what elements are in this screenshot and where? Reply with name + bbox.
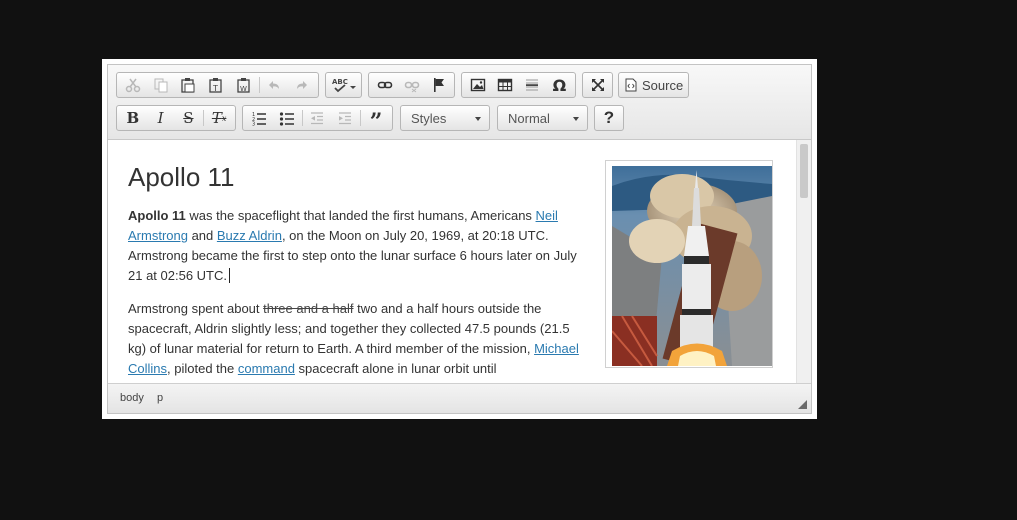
basic-styles-group: B I S Tx xyxy=(116,105,236,131)
redo-icon[interactable] xyxy=(288,74,316,96)
maximize-group xyxy=(582,72,613,98)
path-item-body[interactable]: body xyxy=(120,392,144,404)
image-icon[interactable] xyxy=(464,74,491,96)
paste-icon[interactable] xyxy=(174,74,202,96)
maximize-icon[interactable] xyxy=(585,74,610,96)
svg-text:ABC: ABC xyxy=(332,78,348,86)
bold-icon[interactable]: B xyxy=(119,107,147,129)
chevron-down-icon xyxy=(475,117,481,121)
undo-icon[interactable] xyxy=(261,74,289,96)
scrollbar-thumb[interactable] xyxy=(800,144,808,198)
insert-group: Ω xyxy=(461,72,576,98)
links-group xyxy=(368,72,455,98)
rich-text-editor: T W ABC Ω Source B I S T x 1 2 3 ” Style… xyxy=(102,59,817,419)
path-item-p[interactable]: p xyxy=(157,392,163,404)
saturn-v-launch-image[interactable] xyxy=(612,166,772,366)
link-command[interactable]: command xyxy=(238,361,295,376)
link-buzz-aldrin[interactable]: Buzz Aldrin xyxy=(217,228,282,243)
help-button[interactable]: ? xyxy=(594,105,624,131)
source-icon xyxy=(625,78,637,92)
cut-icon[interactable] xyxy=(119,74,147,96)
italic-icon[interactable]: I xyxy=(147,107,175,129)
outdent-icon[interactable] xyxy=(304,107,332,129)
toolbar-separator xyxy=(360,110,362,126)
unlink-icon[interactable] xyxy=(398,74,425,96)
vertical-scrollbar[interactable] xyxy=(796,140,811,383)
svg-text:3: 3 xyxy=(252,122,255,127)
document-heading[interactable]: Apollo 11 xyxy=(128,162,583,192)
source-label: Source xyxy=(642,77,684,93)
element-path-bar: body p xyxy=(108,383,811,413)
chevron-down-icon xyxy=(573,117,579,121)
table-icon[interactable] xyxy=(491,74,518,96)
paragraph-2[interactable]: Armstrong spent about three and a half t… xyxy=(128,299,583,379)
paste-text-icon[interactable]: T xyxy=(202,74,230,96)
format-dropdown[interactable]: Normal xyxy=(497,105,588,131)
editor-frame: T W ABC Ω Source B I S T x 1 2 3 ” Style… xyxy=(107,64,812,414)
numbered-list-icon[interactable]: 123 xyxy=(245,107,273,129)
bold-text: Apollo 11 xyxy=(128,208,186,223)
copy-icon[interactable] xyxy=(147,74,175,96)
editor-toolbar: T W ABC Ω Source B I S T x 1 2 3 ” Style… xyxy=(108,65,811,140)
svg-text:T: T xyxy=(212,84,218,93)
styles-label: Styles xyxy=(411,110,447,126)
editor-content-area[interactable]: Apollo 11 Apollo 11 was the spaceflight … xyxy=(108,140,811,383)
special-char-icon[interactable]: Ω xyxy=(546,74,573,96)
spellcheck-group: ABC xyxy=(325,72,362,98)
link-icon[interactable] xyxy=(371,74,398,96)
format-label: Normal xyxy=(508,110,550,126)
svg-text:W: W xyxy=(240,85,247,93)
paste-word-icon[interactable]: W xyxy=(230,74,258,96)
help-icon: ? xyxy=(603,108,615,127)
text-caret xyxy=(229,268,230,283)
styles-dropdown[interactable]: Styles xyxy=(400,105,490,131)
blockquote-icon[interactable]: ” xyxy=(362,103,390,135)
resize-handle-icon[interactable] xyxy=(798,400,807,409)
bulleted-list-icon[interactable] xyxy=(273,107,301,129)
toolbar-separator xyxy=(258,77,260,93)
horizontal-rule-icon[interactable] xyxy=(519,74,546,96)
clipboard-group: T W xyxy=(116,72,319,98)
text-run: and xyxy=(187,228,217,243)
toolbar-separator xyxy=(203,110,205,126)
text-run: Armstrong spent about xyxy=(128,301,264,316)
struck-text: three and a half xyxy=(263,301,354,316)
paragraph-1[interactable]: Apollo 11 was the spaceflight that lande… xyxy=(128,206,583,286)
indent-icon[interactable] xyxy=(331,107,359,129)
toolbar-separator xyxy=(301,110,303,126)
image-figure[interactable] xyxy=(605,160,773,368)
strike-icon[interactable]: S xyxy=(175,107,203,129)
text-run: was the spaceflight that landed the firs… xyxy=(185,208,536,223)
anchor-icon[interactable] xyxy=(425,74,452,96)
remove-format-icon[interactable]: Tx xyxy=(205,107,233,129)
spellcheck-icon[interactable]: ABC xyxy=(328,74,359,96)
document-body[interactable]: Apollo 11 Apollo 11 was the spaceflight … xyxy=(128,140,583,383)
source-button[interactable]: Source xyxy=(618,72,689,98)
text-run: , piloted the xyxy=(167,361,238,376)
text-run: spacecraft alone in lunar orbit until xyxy=(294,361,497,376)
lists-group: 123 ” xyxy=(242,103,393,135)
